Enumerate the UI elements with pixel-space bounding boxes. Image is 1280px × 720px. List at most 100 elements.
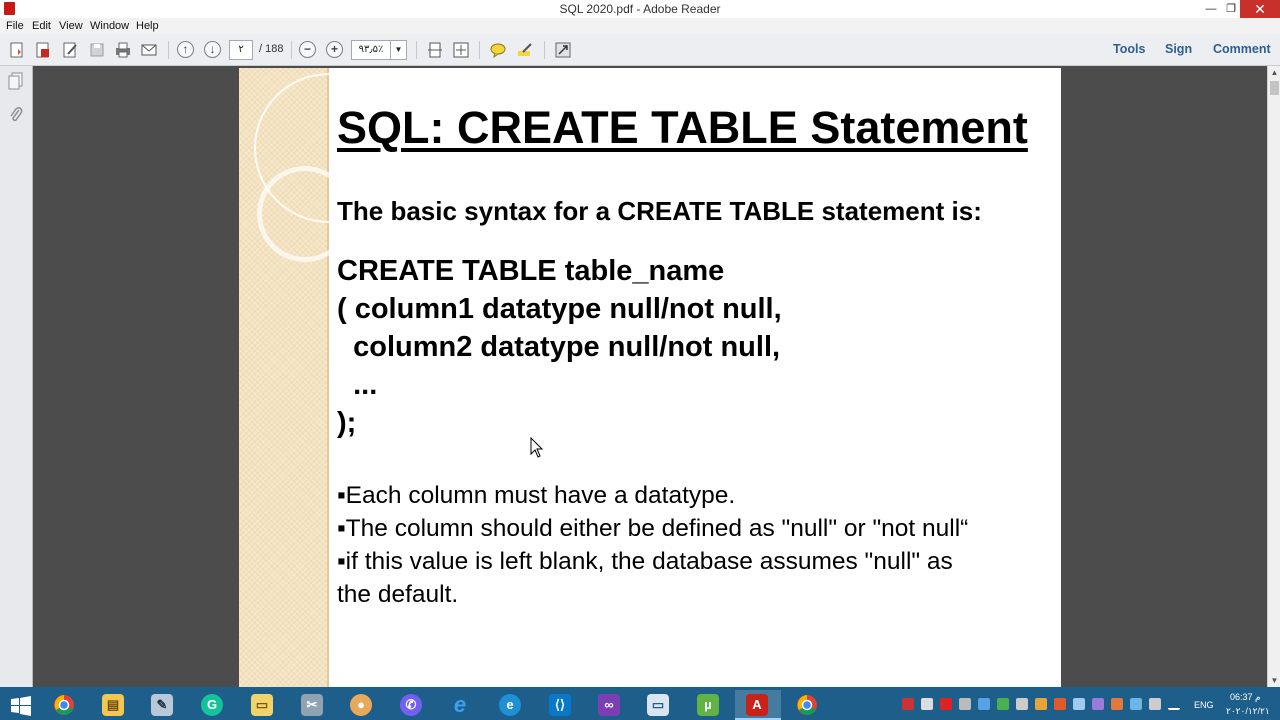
zoom-input[interactable]: ۹۳٫۵٪	[351, 40, 391, 60]
scroll-thumb[interactable]	[1270, 81, 1279, 95]
edit-pdf-icon[interactable]	[33, 40, 53, 60]
clock-date[interactable]: ۲۰۲۰/۱۲/۲۱	[1226, 706, 1270, 717]
slide-subtitle: The basic syntax for a CREATE TABLE stat…	[337, 196, 982, 226]
tray-app-icon[interactable]	[997, 698, 1009, 710]
scroll-down-arrow-icon[interactable]: ▼	[1268, 674, 1280, 687]
fit-page-icon[interactable]	[425, 40, 445, 60]
taskbar-paint-tool[interactable]: ✎	[140, 690, 186, 720]
edge-icon: e	[499, 694, 521, 716]
tray-app-icon[interactable]	[1054, 698, 1066, 710]
clock-time[interactable]: 06:37 م	[1230, 692, 1261, 703]
chrome-icon	[54, 695, 74, 715]
highlight-icon[interactable]	[515, 40, 535, 60]
menu-help[interactable]: Help	[136, 20, 159, 32]
zoom-out-icon[interactable]: −	[299, 41, 316, 58]
bullet-item: the default.	[337, 581, 459, 608]
code-line: CREATE TABLE table_name	[337, 255, 725, 287]
print-icon[interactable]	[113, 40, 133, 60]
tray-app-icon[interactable]	[1111, 698, 1123, 710]
taskbar-adobe-reader[interactable]: A	[735, 690, 781, 720]
tray-app-icon[interactable]	[1092, 698, 1104, 710]
previous-page-icon[interactable]: ↑	[177, 41, 194, 58]
window-title: SQL 2020.pdf - Adobe Reader	[559, 2, 721, 16]
tray-app-icon[interactable]	[1130, 698, 1142, 710]
signal-icon[interactable]	[1168, 698, 1180, 710]
sticky-note-icon[interactable]	[488, 40, 508, 60]
close-button[interactable]: ✕	[1240, 0, 1280, 18]
vertical-scrollbar[interactable]: ▲ ▼	[1267, 66, 1280, 687]
bullet-item: ▪Each column must have a datatype.	[337, 482, 736, 509]
menu-edit[interactable]: Edit	[32, 20, 51, 32]
menu-file[interactable]: File	[6, 20, 24, 32]
taskbar-visual-studio[interactable]: ∞	[587, 690, 633, 720]
zoom-in-icon[interactable]: +	[326, 41, 343, 58]
sign-button[interactable]: Sign	[1165, 42, 1192, 56]
taskbar-edge[interactable]: e	[488, 690, 534, 720]
bluetooth-icon[interactable]	[978, 698, 990, 710]
zoom-dropdown-chevron-down-icon[interactable]: ▼	[390, 40, 407, 60]
tools-icon: ✂	[301, 694, 323, 716]
next-page-icon[interactable]: ↓	[204, 41, 221, 58]
network-icon[interactable]	[1073, 698, 1085, 710]
tools-button[interactable]: Tools	[1113, 42, 1145, 56]
grammarly-icon: G	[201, 694, 223, 716]
utorrent-icon: µ	[697, 694, 719, 716]
tray-app-icon[interactable]	[1016, 698, 1028, 710]
window-icon: ▭	[647, 694, 669, 716]
scroll-up-arrow-icon[interactable]: ▲	[1268, 66, 1280, 79]
title-bar: SQL 2020.pdf - Adobe Reader — ❐ ✕	[0, 0, 1280, 18]
attachments-paperclip-icon[interactable]	[8, 106, 24, 124]
email-icon[interactable]	[139, 40, 159, 60]
fullscreen-icon[interactable]	[553, 40, 573, 60]
pdf-page: SQL: CREATE TABLE Statement The basic sy…	[239, 68, 1061, 687]
tray-app-icon[interactable]	[959, 698, 971, 710]
tray-app-icon[interactable]	[940, 698, 952, 710]
file-explorer-icon: ▤	[102, 694, 124, 716]
page-total: / 188	[259, 43, 284, 55]
taskbar-viber[interactable]: ✆	[389, 690, 435, 720]
windows-logo-icon	[11, 696, 31, 716]
page-number-input[interactable]: ۲	[229, 40, 253, 60]
toolbar: ↑ ↓ ۲ / 188 − + ۹۳٫۵٪ ▼ Tools Sign Comme…	[0, 34, 1280, 66]
save-icon[interactable]	[87, 40, 107, 60]
code-line: );	[337, 407, 357, 439]
folder-icon: ▭	[251, 694, 273, 716]
paint-tool-icon: ✎	[151, 694, 173, 716]
paint-palette-icon: ●	[350, 694, 372, 716]
chrome-icon	[797, 695, 817, 715]
power-icon[interactable]	[1149, 698, 1161, 710]
menu-view[interactable]: View	[59, 20, 83, 32]
taskbar-tools[interactable]: ✂	[290, 690, 336, 720]
code-line: ...	[337, 369, 378, 401]
taskbar-file-explorer[interactable]: ▤	[91, 690, 137, 720]
internet-explorer-icon: e	[453, 692, 467, 717]
menu-window[interactable]: Window	[90, 20, 129, 32]
mouse-pointer-icon	[530, 437, 544, 458]
start-button[interactable]	[0, 690, 46, 720]
taskbar-utorrent[interactable]: µ	[686, 690, 732, 720]
fit-width-icon[interactable]	[451, 40, 471, 60]
taskbar-window[interactable]: ▭	[636, 690, 682, 720]
taskbar-vscode[interactable]: ⟨⟩	[538, 690, 584, 720]
tray-app-icon[interactable]	[902, 698, 914, 710]
menu-bar: File Edit View Window Help	[0, 18, 1280, 34]
sign-document-icon[interactable]	[60, 40, 80, 60]
taskbar-paint[interactable]: ●	[339, 690, 385, 720]
bullet-item: ▪The column should either be defined as …	[337, 515, 969, 542]
taskbar-chrome-2[interactable]	[785, 690, 831, 720]
navigation-pane	[0, 66, 33, 687]
tray-app-icon[interactable]	[1035, 698, 1047, 710]
taskbar-grammarly[interactable]: G	[190, 690, 236, 720]
slide-title: SQL: CREATE TABLE Statement	[337, 102, 1028, 153]
language-indicator[interactable]: ENG	[1194, 700, 1214, 710]
taskbar-internet-explorer[interactable]: e	[438, 690, 484, 720]
create-pdf-icon[interactable]	[7, 40, 27, 60]
pages-thumbnail-icon[interactable]	[8, 72, 24, 90]
taskbar-chrome[interactable]	[42, 690, 88, 720]
taskbar-folder[interactable]: ▭	[240, 690, 286, 720]
document-area[interactable]: SQL: CREATE TABLE Statement The basic sy…	[34, 66, 1267, 687]
volume-icon[interactable]	[921, 698, 933, 710]
comment-button[interactable]: Comment	[1213, 42, 1271, 56]
code-line: ( column1 datatype null/not null,	[337, 293, 782, 325]
taskbar: ▤ ✎ G ▭ ✂ ● ✆ e e ⟨⟩ ∞ ▭ µ A	[0, 687, 1280, 720]
